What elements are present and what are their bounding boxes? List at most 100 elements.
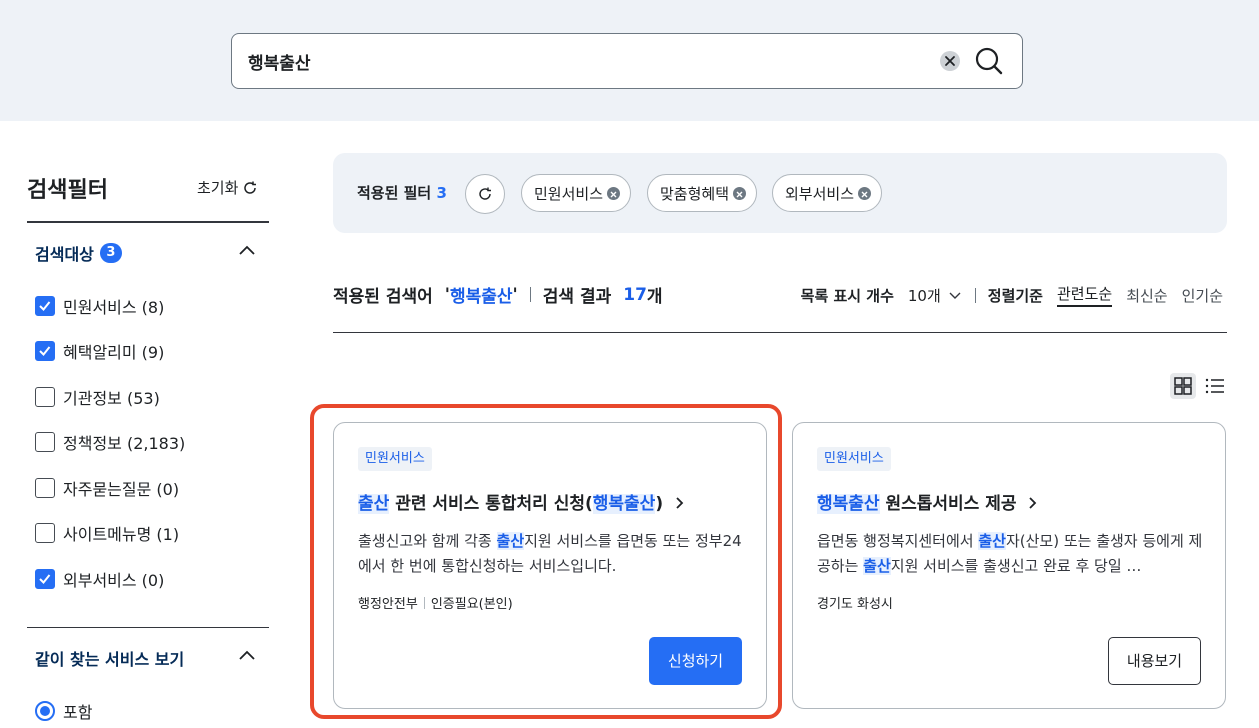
search-button[interactable]	[974, 46, 1004, 76]
chevron-right-icon	[1029, 497, 1037, 509]
target-section-header[interactable]: 검색대상 3	[35, 241, 122, 265]
search-box	[231, 33, 1023, 89]
checkbox-label: 사이트메뉴명 (1)	[63, 525, 180, 544]
applied-term-label: 적용된 검색어	[333, 287, 433, 307]
filter-chip[interactable]: 외부서비스	[772, 174, 883, 212]
checkbox-unchecked[interactable]	[35, 387, 55, 407]
checkbox-unchecked[interactable]	[35, 478, 55, 498]
result-summary: 적용된 검색어 ' 행복출산 ' 검색 결과 17 개	[333, 282, 663, 308]
close-glyph	[861, 191, 868, 197]
sort-controls: 목록 표시 개수 10개 정렬기준 관련도순 최신순 인기순	[801, 283, 1223, 307]
list-icon	[1205, 378, 1224, 394]
result-count: 17	[623, 284, 647, 305]
filter-divider	[27, 221, 269, 223]
checkbox-unchecked[interactable]	[35, 432, 55, 452]
close-icon[interactable]	[733, 186, 747, 200]
list-view-button[interactable]	[1204, 375, 1226, 397]
chip-label: 맞춤형혜택	[660, 184, 730, 203]
chevron-down-icon	[949, 292, 961, 299]
chevron-up-icon[interactable]	[238, 242, 256, 260]
sort-popular[interactable]: 인기순	[1182, 285, 1223, 306]
close-icon[interactable]	[607, 186, 621, 200]
checkbox-checked[interactable]	[35, 341, 55, 361]
card-description: 읍면동 행정복지센터에서 출산자(산모) 또는 출생자 등에게 제공하는 출산지…	[817, 529, 1205, 579]
clear-search-button[interactable]	[940, 51, 960, 71]
title-text: 원스톱서비스 제공	[879, 494, 1017, 514]
result-card[interactable]: 민원서비스 행복출산 원스톱서비스 제공 읍면동 행정복지센터에서 출산자(산모…	[792, 422, 1226, 709]
checkbox-target-3[interactable]: 정책정보 (2,183)	[35, 430, 185, 454]
checkbox-label: 혜택알리미 (9)	[63, 343, 165, 362]
close-icon	[945, 56, 955, 66]
grid-icon	[1174, 377, 1192, 395]
results-divider	[333, 332, 1227, 333]
check-icon	[39, 574, 51, 584]
page-size-select[interactable]: 10개	[908, 285, 963, 306]
search-input[interactable]	[248, 46, 928, 76]
desc-highlight: 출산	[978, 532, 1006, 550]
separator	[529, 287, 531, 302]
page-size-value: 10개	[907, 286, 941, 305]
checkbox-label: 기관정보 (53)	[63, 389, 160, 408]
radio-label: 포함	[63, 703, 93, 722]
grid-view-button[interactable]	[1170, 373, 1196, 399]
card-organization: 경기도 화성시	[817, 597, 893, 612]
checkbox-target-0[interactable]: 민원서비스 (8)	[35, 294, 164, 318]
filter-title: 검색필터	[27, 178, 108, 203]
result-count-label: 검색 결과	[542, 287, 612, 307]
checkbox-target-5[interactable]: 사이트메뉴명 (1)	[35, 521, 179, 545]
sort-label: 정렬기준	[987, 286, 1043, 305]
card-title[interactable]: 행복출산 원스톱서비스 제공	[817, 489, 1040, 514]
card-meta: 경기도 화성시	[817, 593, 893, 612]
separator	[974, 287, 976, 303]
checkbox-target-6[interactable]: 외부서비스 (0)	[35, 567, 164, 591]
checkbox-label: 자주묻는질문 (0)	[63, 480, 180, 499]
refresh-icon	[479, 187, 491, 200]
reset-label: 초기화	[197, 179, 239, 197]
target-section-title: 검색대상	[35, 245, 94, 264]
checkbox-target-4[interactable]: 자주묻는질문 (0)	[35, 476, 179, 500]
chip-label: 민원서비스	[534, 184, 604, 203]
related-section-title: 같이 찾는 서비스 보기	[35, 650, 185, 669]
search-term: 행복출산	[449, 287, 513, 307]
filter-reset-button[interactable]: 초기화	[197, 177, 258, 198]
applied-label-text: 적용된 필터	[357, 184, 432, 202]
refresh-icon	[244, 181, 257, 194]
applied-filters-bar: 적용된 필터 3 민원서비스 맞춤형혜택 외부서비스	[333, 153, 1227, 233]
checkbox-unchecked[interactable]	[35, 523, 55, 543]
checkbox-target-2[interactable]: 기관정보 (53)	[35, 385, 160, 409]
highlight-frame	[310, 404, 782, 719]
close-icon[interactable]	[858, 186, 872, 200]
page-size-label: 목록 표시 개수	[800, 286, 894, 305]
sort-relevance[interactable]: 관련도순	[1056, 283, 1113, 307]
check-icon	[39, 301, 51, 311]
radio-include[interactable]: 포함	[35, 699, 92, 723]
desc-text: 읍면동 행정복지센터에서	[817, 532, 979, 550]
desc-highlight: 출산	[863, 557, 891, 575]
checkbox-checked[interactable]	[35, 296, 55, 316]
chip-label: 외부서비스	[785, 184, 855, 203]
target-count-badge: 3	[99, 243, 122, 263]
checkbox-label: 민원서비스 (8)	[63, 298, 165, 317]
card-category-tag: 민원서비스	[817, 447, 891, 471]
title-highlight: 행복출산	[817, 494, 880, 514]
related-section-header[interactable]: 같이 찾는 서비스 보기	[35, 646, 184, 670]
view-details-button[interactable]: 내용보기	[1108, 637, 1201, 685]
checkbox-label: 정책정보 (2,183)	[63, 434, 186, 453]
close-glyph	[736, 191, 743, 197]
filter-chip[interactable]: 맞춤형혜택	[647, 174, 758, 212]
applied-count: 3	[436, 184, 447, 202]
search-term-quote-close: '	[512, 284, 518, 305]
filter-chip[interactable]: 민원서비스	[521, 174, 632, 212]
reset-filters-button[interactable]	[465, 174, 505, 214]
checkbox-label: 외부서비스 (0)	[63, 571, 165, 590]
checkbox-target-1[interactable]: 혜택알리미 (9)	[35, 339, 164, 363]
search-icon	[975, 47, 1003, 75]
applied-filters-label: 적용된 필터 3	[357, 182, 447, 203]
chevron-up-icon[interactable]	[238, 647, 256, 665]
close-glyph	[610, 191, 617, 197]
checkbox-checked[interactable]	[35, 569, 55, 589]
sort-latest[interactable]: 최신순	[1126, 285, 1167, 306]
radio-selected[interactable]	[35, 701, 55, 721]
result-count-unit: 개	[646, 287, 663, 307]
section-divider	[27, 627, 269, 628]
